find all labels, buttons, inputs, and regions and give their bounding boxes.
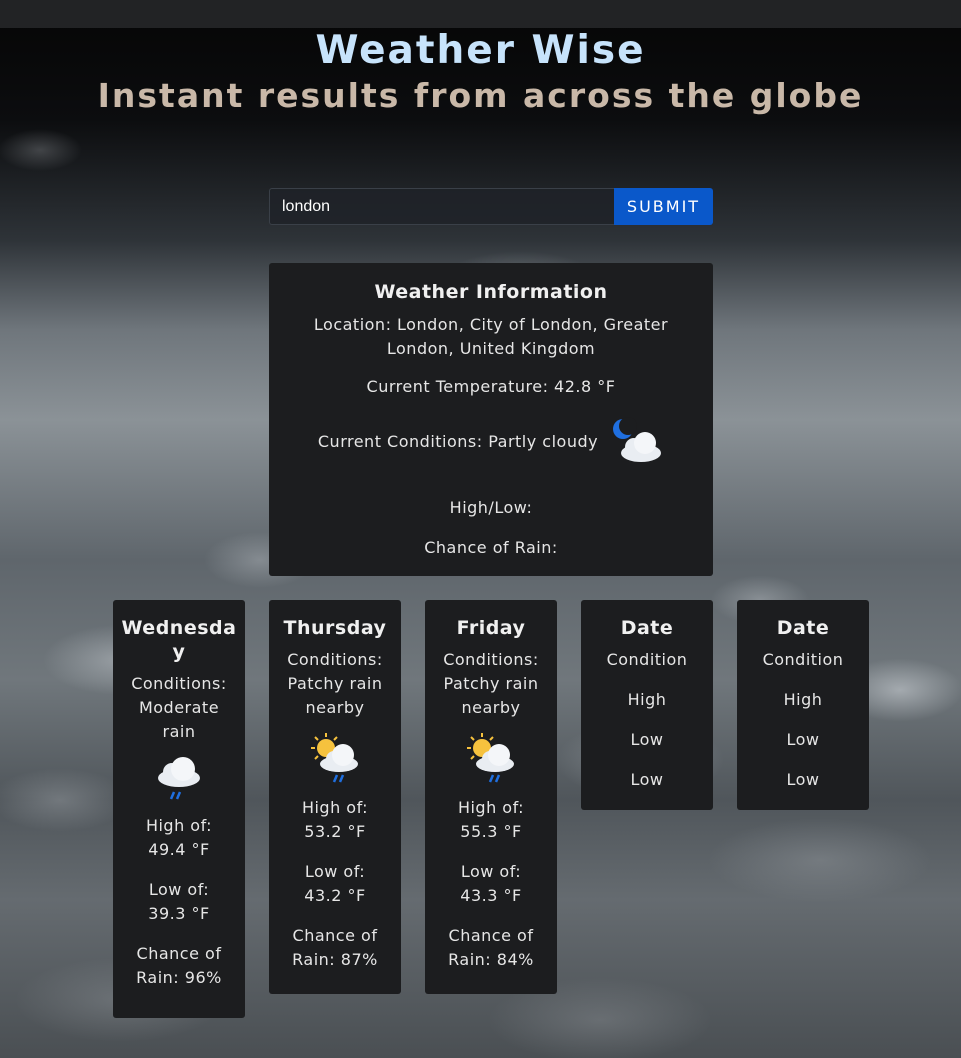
search-form: SUBMIT (269, 188, 713, 225)
forecast-rain: Rain: 96% (136, 968, 222, 987)
location-text: Location: London, City of London, Greate… (313, 315, 669, 358)
rain-cloud-icon (158, 757, 200, 800)
partly-cloudy-night-icon (613, 417, 662, 462)
forecast-conditions: Patchy rain nearby (443, 674, 539, 717)
forecast-rain: Rain: 84% (448, 950, 534, 969)
weather-info-panel: Weather Information Location: London, Ci… (269, 263, 713, 576)
search-input[interactable] (269, 188, 614, 225)
forecast-card-placeholder: Date Condition High Low Low (581, 600, 713, 810)
forecast-rain: Rain: 87% (292, 950, 378, 969)
app-title: Weather Wise (315, 28, 646, 73)
weather-info-heading: Weather Information (374, 281, 608, 303)
forecast-high: 55.3 °F (460, 822, 522, 841)
forecast-low: Low (630, 770, 664, 789)
forecast-low: 43.3 °F (460, 886, 522, 905)
forecast-low-label: Low of: (304, 862, 366, 881)
forecast-conditions: Patchy rain nearby (287, 674, 383, 717)
forecast-low: Low (630, 730, 664, 749)
current-conditions-row: Current Conditions: Partly cloudy (269, 417, 713, 465)
forecast-rain-label: Chance of (292, 926, 378, 945)
forecast-rain-label: Chance of (136, 944, 222, 963)
browser-top-bar (0, 0, 961, 28)
forecast-high: 49.4 °F (148, 840, 210, 859)
current-temperature: Current Temperature: 42.8 °F (366, 377, 616, 396)
forecast-rain-label: Chance of (448, 926, 534, 945)
forecast-conditions-label: Conditions: (131, 674, 227, 693)
forecast-day: Date (776, 617, 830, 639)
submit-button[interactable]: SUBMIT (614, 188, 713, 225)
forecast-conditions-label: Conditions: (443, 650, 539, 669)
forecast-conditions: Moderate rain (138, 698, 220, 741)
forecast-day: Thursday (283, 617, 387, 639)
current-conditions-text: Current Conditions: Partly cloudy (317, 431, 599, 451)
forecast-card: Thursday Conditions: Patchy rain nearby … (269, 600, 401, 994)
forecast-low-label: Low of: (460, 862, 522, 881)
forecast-card-placeholder: Date Condition High Low Low (737, 600, 869, 810)
chance-of-rain-text: Chance of Rain: (424, 538, 558, 557)
forecast-conditions-label: Conditions: (287, 650, 383, 669)
forecast-day: Date (620, 617, 674, 639)
app-subtitle: Instant results from across the globe (97, 76, 864, 115)
forecast-low: Low (786, 730, 820, 749)
forecast-condition: Condition (606, 650, 688, 669)
forecast-low: 43.2 °F (304, 886, 366, 905)
forecast-high-label: High of: (301, 798, 369, 817)
forecast-low-label: Low of: (148, 880, 210, 899)
sun-rain-cloud-icon (467, 733, 514, 783)
forecast-condition: Condition (762, 650, 844, 669)
forecast-high: High (627, 690, 667, 709)
forecast-high: High (783, 690, 823, 709)
forecast-low: Low (786, 770, 820, 789)
forecast-high-label: High of: (145, 816, 213, 835)
forecast-day: Wednesday (121, 617, 237, 663)
forecast-low: 39.3 °F (148, 904, 210, 923)
forecast-high-label: High of: (457, 798, 525, 817)
high-low-text: High/Low: (449, 498, 533, 517)
forecast-card: Wednesday Conditions: Moderate rain High… (113, 600, 245, 1018)
forecast-card: Friday Conditions: Patchy rain nearby Hi… (425, 600, 557, 994)
forecast-day: Friday (456, 617, 526, 639)
forecast-high: 53.2 °F (304, 822, 366, 841)
sun-rain-cloud-icon (311, 733, 358, 783)
